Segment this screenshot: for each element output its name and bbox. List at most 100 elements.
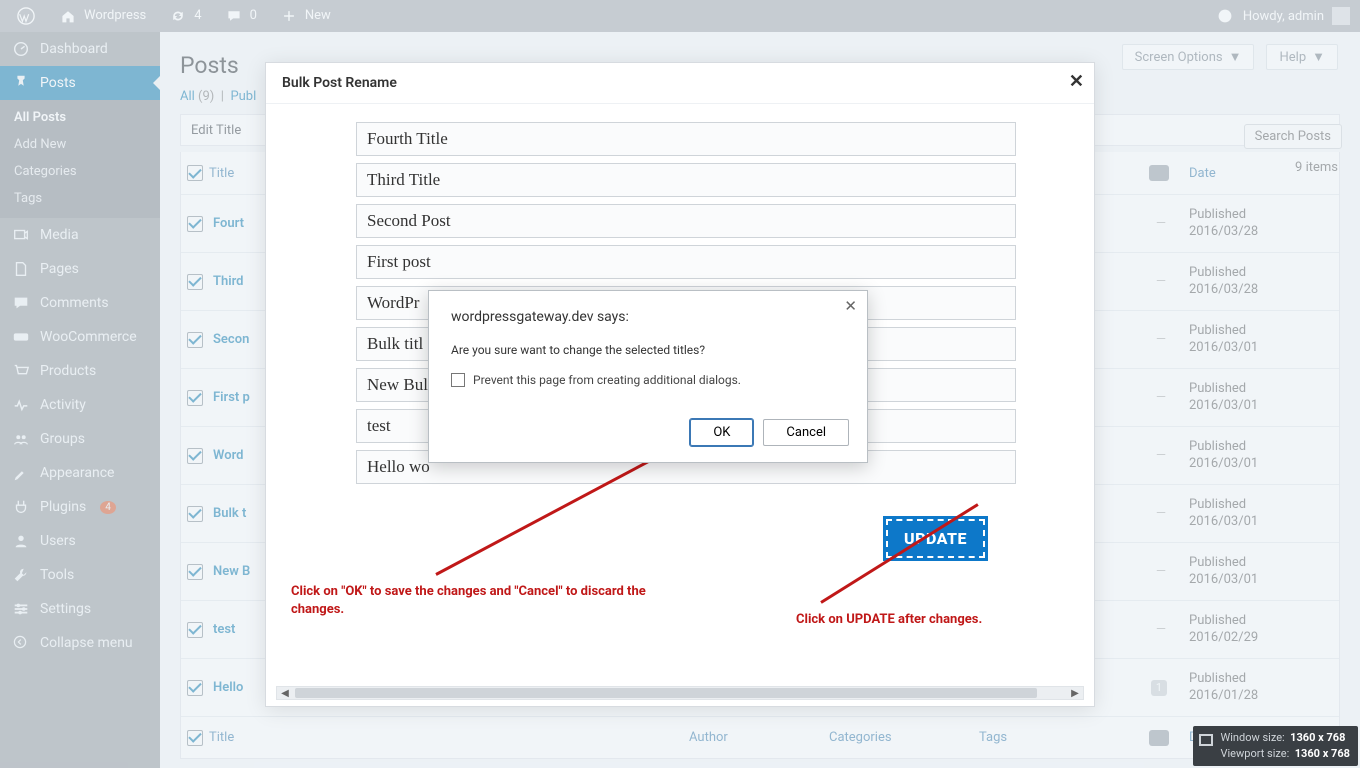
pin-icon: [12, 74, 30, 92]
edit-title-action[interactable]: Edit Title: [181, 123, 251, 138]
site-name: Wordpress: [84, 0, 146, 32]
row-checkbox[interactable]: [187, 622, 203, 638]
annotation-update: Click on UPDATE after changes.: [796, 611, 982, 629]
admin-bar: Wordpress 4 0 New Howdy, admin: [0, 0, 1360, 32]
sidebar-item-appearance[interactable]: Appearance: [0, 456, 160, 490]
post-date: Published2016/02/29: [1189, 613, 1339, 647]
sidebar-item-posts[interactable]: Posts: [0, 66, 160, 100]
title-input-0[interactable]: Fourth Title: [356, 122, 1016, 156]
sidebar-item-woocommerce[interactable]: WooCommerce: [0, 320, 160, 354]
post-date: Published2016/03/01: [1189, 323, 1339, 357]
scroll-right-icon[interactable]: ▶: [1067, 687, 1083, 699]
select-all-checkbox[interactable]: [187, 165, 203, 181]
row-checkbox[interactable]: [187, 564, 203, 580]
prevent-dialogs-checkbox[interactable]: Prevent this page from creating addition…: [451, 373, 847, 387]
post-date: Published2016/03/01: [1189, 497, 1339, 531]
filter-published[interactable]: Publ: [230, 89, 256, 104]
submenu-categories[interactable]: Categories: [0, 158, 160, 185]
title-input-1[interactable]: Third Title: [356, 163, 1016, 197]
home-icon: [58, 6, 78, 26]
updates[interactable]: 4: [160, 0, 209, 32]
howdy[interactable]: Howdy, admin: [1243, 9, 1324, 24]
dialog-close-button[interactable]: ✕: [844, 297, 857, 315]
confirm-dialog: ✕ wordpressgateway.dev says: Are you sur…: [428, 290, 868, 463]
submenu-tags[interactable]: Tags: [0, 185, 160, 212]
row-checkbox[interactable]: [187, 506, 203, 522]
admin-sidebar: DashboardPosts All PostsAdd NewCategories…: [0, 32, 160, 768]
sidebar-item-pages[interactable]: Pages: [0, 252, 160, 286]
post-date: Published2016/03/01: [1189, 555, 1339, 589]
submenu-all-posts[interactable]: All Posts: [0, 104, 160, 131]
row-checkbox[interactable]: [187, 274, 203, 290]
title-input-3[interactable]: First post: [356, 245, 1016, 279]
post-date: Published2016/03/28: [1189, 207, 1339, 241]
items-count: 9 items: [1295, 160, 1338, 175]
modal-close-button[interactable]: ✕: [1069, 71, 1084, 92]
row-checkbox[interactable]: [187, 216, 203, 232]
user-icon: [12, 532, 30, 550]
comment-icon: [1149, 165, 1169, 181]
chevron-down-icon: ▼: [1229, 49, 1242, 65]
row-checkbox[interactable]: [187, 448, 203, 464]
settings-icon: [12, 600, 30, 618]
sidebar-item-dashboard[interactable]: Dashboard: [0, 32, 160, 66]
site-home[interactable]: Wordpress: [50, 0, 154, 32]
activity-icon: [12, 396, 30, 414]
sidebar-item-activity[interactable]: Activity: [0, 388, 160, 422]
new-content[interactable]: New: [271, 0, 339, 32]
submenu-add-new[interactable]: Add New: [0, 131, 160, 158]
sidebar-item-media[interactable]: Media: [0, 218, 160, 252]
cart-icon: [12, 362, 30, 380]
collapse-icon: [12, 634, 30, 652]
comment-icon: [1149, 730, 1169, 746]
row-checkbox[interactable]: [187, 680, 203, 696]
chevron-down-icon: ▼: [1312, 49, 1325, 65]
sidebar-item-comments[interactable]: Comments: [0, 286, 160, 320]
screen-icon: [1199, 734, 1213, 746]
sidebar-item-groups[interactable]: Groups: [0, 422, 160, 456]
wp-logo[interactable]: [8, 6, 44, 26]
post-date: Published2016/03/01: [1189, 439, 1339, 473]
dialog-message: Are you sure want to change the selected…: [451, 343, 847, 357]
table-foot: Title Author Categories Tags Date: [181, 716, 1339, 758]
sidebar-item-tools[interactable]: Tools: [0, 558, 160, 592]
search-posts-button[interactable]: Search Posts: [1244, 124, 1342, 149]
collapse-menu[interactable]: Collapse menu: [0, 626, 160, 660]
notice-icon[interactable]: [1215, 6, 1235, 26]
screen-options-tab[interactable]: Screen Options ▼: [1122, 44, 1255, 70]
row-checkbox[interactable]: [187, 390, 203, 406]
post-date: Published2016/03/01: [1189, 381, 1339, 415]
cancel-button[interactable]: Cancel: [763, 419, 849, 446]
select-all-checkbox-bottom[interactable]: [187, 730, 203, 746]
comment-icon: [12, 294, 30, 312]
media-icon: [12, 226, 30, 244]
comments-count[interactable]: 0: [216, 0, 265, 32]
help-tab[interactable]: Help ▼: [1266, 44, 1338, 70]
brush-icon: [12, 464, 30, 482]
checkbox-icon: [451, 373, 465, 387]
refresh-icon: [168, 6, 188, 26]
post-date: Published2016/03/28: [1189, 265, 1339, 299]
row-checkbox[interactable]: [187, 332, 203, 348]
viewport-size-badge: Window size: 1360 x 768 Viewport size: 1…: [1193, 726, 1359, 766]
tool-icon: [12, 566, 30, 584]
comment-count[interactable]: 1: [1151, 680, 1167, 696]
sidebar-item-products[interactable]: Products: [0, 354, 160, 388]
modal-title: Bulk Post Rename: [282, 75, 397, 91]
ok-button[interactable]: OK: [690, 419, 753, 446]
update-badge: 4: [100, 501, 116, 514]
sidebar-item-settings[interactable]: Settings: [0, 592, 160, 626]
scroll-left-icon[interactable]: ◀: [277, 687, 293, 699]
sidebar-item-users[interactable]: Users: [0, 524, 160, 558]
groups-icon: [12, 430, 30, 448]
dialog-origin: wordpressgateway.dev says:: [451, 309, 847, 325]
avatar[interactable]: [1332, 7, 1350, 25]
col-comments[interactable]: [1129, 165, 1189, 181]
title-input-2[interactable]: Second Post: [356, 204, 1016, 238]
filter-all[interactable]: All (9): [180, 89, 214, 104]
scrollbar-thumb[interactable]: [295, 688, 1037, 698]
comment-icon: [224, 6, 244, 26]
sidebar-item-plugins[interactable]: Plugins4: [0, 490, 160, 524]
modal-scrollbar[interactable]: ◀ ▶: [276, 686, 1084, 700]
post-date: Published2016/01/28: [1189, 671, 1339, 705]
